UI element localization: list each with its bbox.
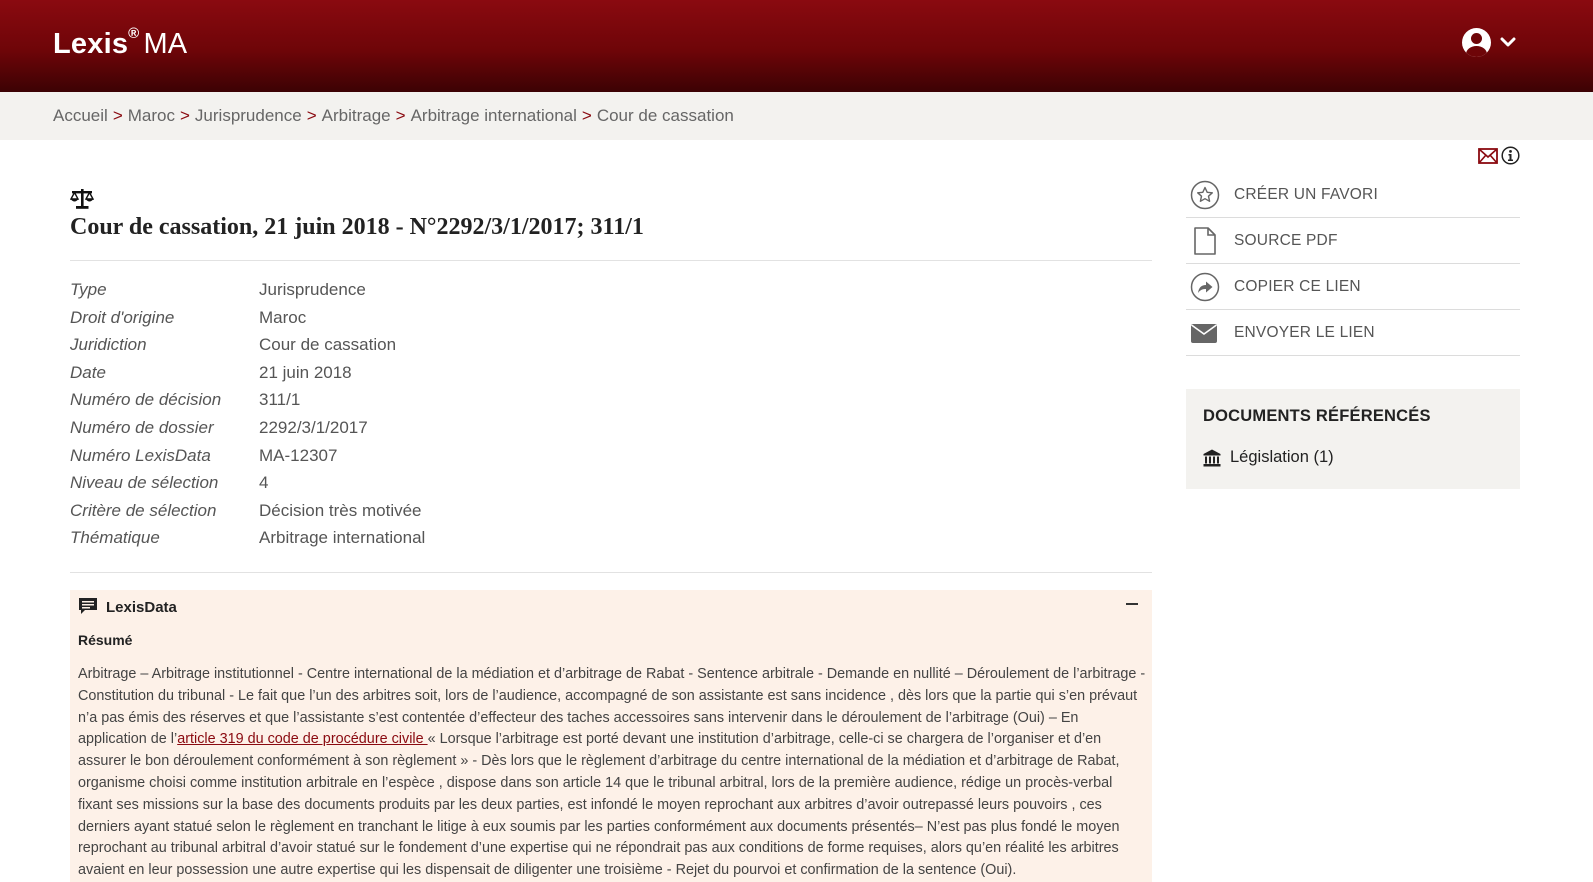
metadata-label: Droit d'origine	[70, 307, 175, 327]
metadata-value: Arbitrage international	[259, 528, 426, 548]
metadata-row: Niveau de sélection 4	[70, 473, 770, 501]
comment-icon	[79, 598, 97, 614]
document-tools	[1478, 145, 1523, 165]
breadcrumb-bar: Accueil > Maroc > Jurisprudence > Arbitrage > Ar…	[0, 92, 1593, 140]
document-title: Cour de cassation, 21 juin 2018 - N°2292…	[70, 214, 644, 240]
envelope-icon	[1191, 323, 1217, 343]
metadata-label: Juridiction	[70, 335, 147, 355]
breadcrumb-item-cour-de-cassation[interactable]: Cour de cassation	[597, 106, 734, 125]
user-menu-button[interactable]	[1462, 28, 1522, 60]
create-favorite-button[interactable]: CRÉER UN FAVORI	[1186, 172, 1520, 218]
lexisdata-panel: LexisData Résumé Arbitrage – Arbitrage i…	[70, 590, 1152, 882]
metadata-row: Numéro de décision 311/1	[70, 390, 770, 418]
metadata-value: 311/1	[259, 390, 301, 410]
copy-link-button[interactable]: COPIER CE LIEN	[1186, 264, 1520, 310]
metadata-value: Décision très motivée	[259, 500, 422, 520]
breadcrumb-separator: >	[179, 106, 190, 125]
summary-heading: Résumé	[78, 632, 133, 648]
metadata-label: Date	[70, 362, 106, 382]
chevron-down-icon	[1500, 37, 1516, 47]
title-divider	[70, 260, 1152, 261]
metadata-label: Numéro de décision	[70, 390, 222, 410]
breadcrumb-item-jurisprudence[interactable]: Jurisprudence	[195, 106, 302, 125]
breadcrumb-separator: >	[112, 106, 123, 125]
action-label: ENVOYER LE LIEN	[1234, 323, 1375, 341]
metadata-label: Thématique	[70, 528, 160, 548]
star-icon	[1190, 180, 1220, 209]
scales-icon	[70, 189, 94, 209]
logo-brand: Lexis	[53, 28, 129, 60]
breadcrumb-item-arbitrage[interactable]: Arbitrage	[322, 106, 391, 125]
metadata-label: Niveau de sélection	[70, 473, 219, 493]
metadata-value: 2292/3/1/2017	[259, 417, 368, 437]
metadata-row: Critère de sélection Décision très motivé…	[70, 501, 770, 529]
breadcrumb-separator: >	[395, 106, 406, 125]
metadata-value: Maroc	[259, 307, 307, 327]
referenced-documents-panel: DOCUMENTS RÉFÉRENCÉS Législation (1)	[1186, 389, 1520, 489]
metadata-row: Date 21 juin 2018	[70, 363, 770, 391]
user-circle-icon	[1462, 28, 1491, 57]
metadata-row: Numéro de dossier 2292/3/1/2017	[70, 418, 770, 446]
action-label: COPIER CE LIEN	[1234, 277, 1361, 295]
minus-icon[interactable]	[1122, 594, 1142, 614]
metadata-value: Cour de cassation	[259, 335, 397, 355]
logo-suffix: MA	[143, 28, 188, 60]
metadata-value: MA-12307	[259, 445, 338, 465]
logo-registered-mark: ®	[128, 25, 140, 43]
metadata-row: Type Jurisprudence	[70, 280, 770, 308]
source-pdf-button[interactable]: SOURCE PDF	[1186, 218, 1520, 264]
action-label: SOURCE PDF	[1234, 231, 1338, 249]
metadata-row: Numéro LexisData MA-12307	[70, 446, 770, 474]
action-label: CRÉER UN FAVORI	[1234, 185, 1378, 203]
breadcrumb-item-maroc[interactable]: Maroc	[128, 106, 175, 125]
mail-icon[interactable]	[1478, 148, 1498, 164]
send-link-button[interactable]: ENVOYER LE LIEN	[1186, 310, 1520, 356]
metadata-row: Thématique Arbitrage international	[70, 528, 770, 556]
metadata-value: Jurisprudence	[259, 280, 366, 299]
share-icon	[1190, 272, 1220, 301]
metadata-label: Type	[70, 280, 107, 299]
top-header: Lexis® MA	[0, 0, 1593, 92]
breadcrumb: Accueil > Maroc > Jurisprudence > Arbitrage > Ar…	[53, 106, 734, 126]
referenced-documents-title: DOCUMENTS RÉFÉRENCÉS	[1203, 407, 1431, 425]
metadata-label: Numéro LexisData	[70, 445, 211, 465]
article-319-link[interactable]: article 319 du code de procédure civile	[177, 731, 427, 747]
metadata-table: Type Jurisprudence Droit d'origine Maroc J…	[70, 280, 770, 556]
reference-label: Législation (1)	[1230, 448, 1334, 466]
metadata-row: Juridiction Cour de cassation	[70, 335, 770, 363]
metadata-row: Droit d'origine Maroc	[70, 308, 770, 336]
lexis-logo[interactable]: Lexis® MA	[53, 25, 188, 61]
metadata-label: Critère de sélection	[70, 500, 217, 520]
institution-icon	[1203, 449, 1221, 466]
lexisdata-title: LexisData	[106, 599, 177, 616]
breadcrumb-item-arbitrage-international[interactable]: Arbitrage international	[411, 106, 577, 125]
summary-text-part: « Lorsque l’arbitrage est porté devant u…	[78, 731, 1120, 879]
breadcrumb-item-accueil[interactable]: Accueil	[53, 106, 108, 125]
breadcrumb-separator: >	[306, 106, 317, 125]
file-icon	[1194, 226, 1216, 255]
metadata-divider	[70, 572, 1152, 573]
reference-item-legislation[interactable]: Législation (1)	[1203, 448, 1334, 467]
breadcrumb-separator: >	[581, 106, 592, 125]
metadata-value: 21 juin 2018	[259, 362, 352, 382]
metadata-value: 4	[259, 473, 269, 493]
info-icon[interactable]	[1501, 146, 1520, 165]
summary-text: Arbitrage – Arbitrage institutionnel - C…	[78, 664, 1146, 882]
document-actions: CRÉER UN FAVORI SOURCE PDF COPIER CE LIE…	[1186, 172, 1520, 356]
metadata-label: Numéro de dossier	[70, 417, 214, 437]
